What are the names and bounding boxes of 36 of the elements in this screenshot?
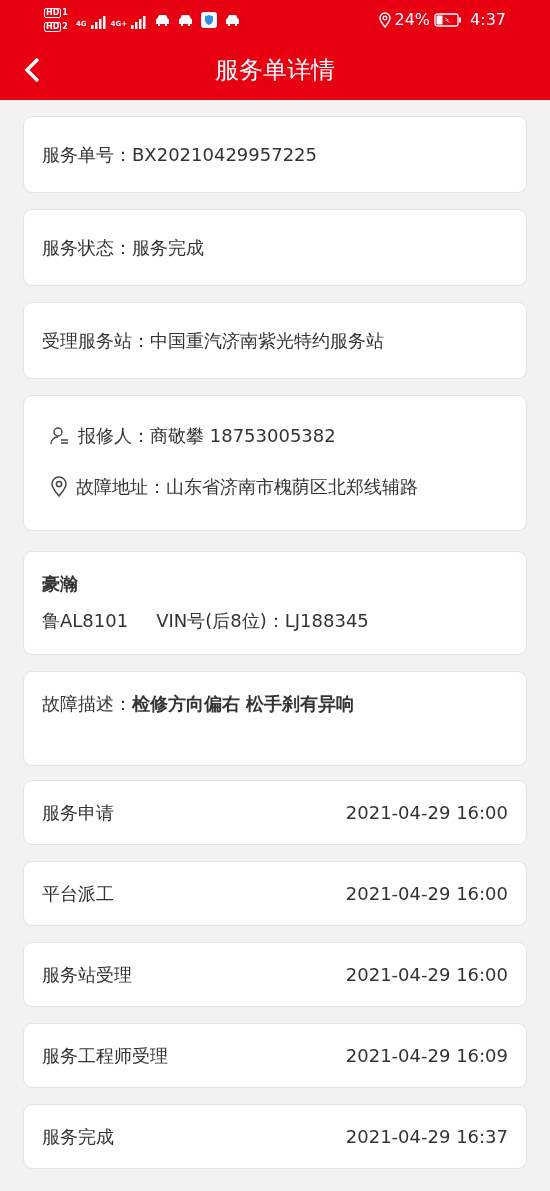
vin-text: VIN号(后8位)：LJ188345 xyxy=(156,609,369,633)
info-text: 服务单号：BX20210429957225 xyxy=(42,143,317,167)
shield-icon xyxy=(201,12,218,28)
back-button[interactable] xyxy=(22,56,42,84)
step-name: 服务工程师受理 xyxy=(42,1044,168,1068)
step-time: 2021-04-29 16:00 xyxy=(345,801,508,825)
plate-number: 鲁AL8101 xyxy=(42,609,129,633)
sim-number: 2 xyxy=(62,23,68,31)
clock-time: 4:37 xyxy=(470,9,506,31)
step-name: 服务申请 xyxy=(42,801,114,825)
step-name: 服务站受理 xyxy=(42,963,132,987)
location-icon xyxy=(50,475,68,498)
info-text: 受理服务站：中国重汽济南紫光特约服务站 xyxy=(42,329,384,353)
step-time: 2021-04-29 16:00 xyxy=(345,963,508,987)
step-time: 2021-04-29 16:00 xyxy=(345,882,508,906)
step-name: 服务完成 xyxy=(42,1125,114,1149)
step-time: 2021-04-29 16:09 xyxy=(345,1044,508,1068)
signal-icon xyxy=(131,15,148,30)
battery-percent: 24% xyxy=(394,9,431,31)
car-icon xyxy=(178,14,194,26)
car-icon xyxy=(225,14,241,26)
person-icon xyxy=(50,425,70,446)
page-title: 服务单详情 xyxy=(215,55,335,86)
vehicle-model: 豪瀚 xyxy=(42,572,79,596)
step-time: 2021-04-29 16:37 xyxy=(345,1125,508,1149)
battery-charging-icon xyxy=(434,13,463,27)
contact-text: 报修人：商敬攀 18753005382 xyxy=(78,424,336,448)
fault-description: 故障描述：检修方向偏右 松手刹有异响 xyxy=(42,693,355,714)
info-text: 服务状态：服务完成 xyxy=(42,236,204,260)
step-name: 平台派工 xyxy=(42,882,114,906)
signal-icon xyxy=(90,15,107,30)
car-icon xyxy=(155,14,171,26)
location-icon xyxy=(378,12,391,28)
sim-number: 1 xyxy=(62,9,68,17)
contact-text: 故障地址：山东省济南市槐荫区北郑线辅路 xyxy=(76,475,418,499)
back-icon xyxy=(22,56,42,84)
